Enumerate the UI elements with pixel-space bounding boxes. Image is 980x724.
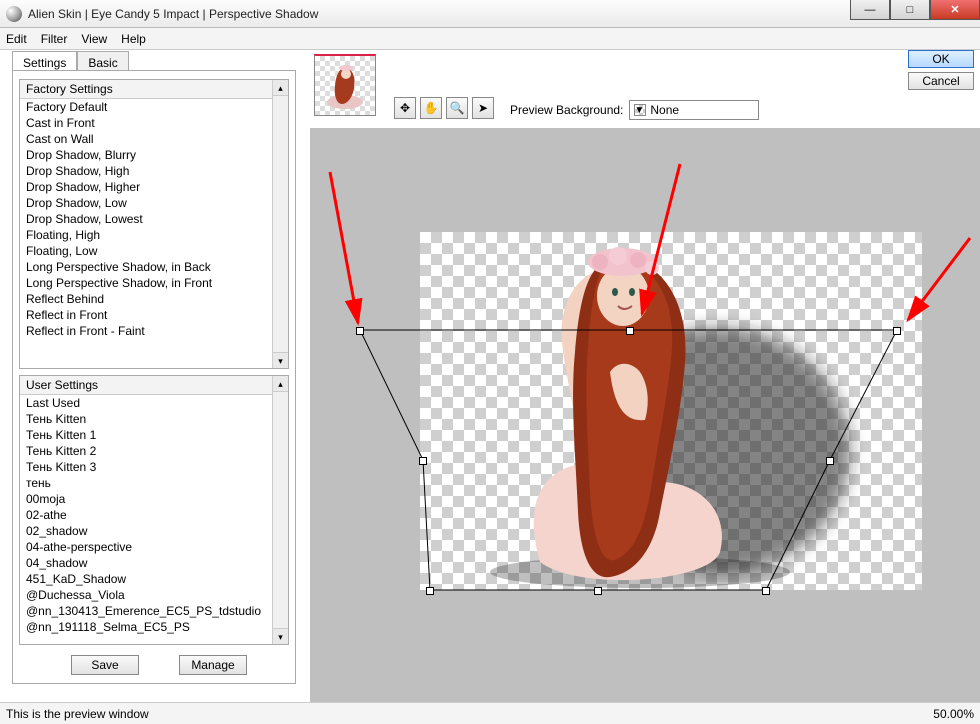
menu-help[interactable]: Help <box>121 32 146 46</box>
scroll-up-icon[interactable]: ▴ <box>273 376 288 392</box>
menubar: Edit Filter View Help <box>0 28 980 50</box>
preview-thumbnail[interactable] <box>314 54 376 116</box>
factory-settings-body[interactable]: Factory DefaultCast in FrontCast on Wall… <box>20 99 288 367</box>
scrollbar[interactable]: ▴ ▾ <box>272 376 288 644</box>
manage-button[interactable]: Manage <box>179 655 247 675</box>
magnifier-icon: 🔍 <box>450 101 465 115</box>
user-settings-item[interactable]: 451_KaD_Shadow <box>20 571 288 587</box>
perspective-handle-tc[interactable] <box>626 327 634 335</box>
hand-tool[interactable]: ✋ <box>420 97 442 119</box>
factory-settings-item[interactable]: Factory Default <box>20 99 288 115</box>
transparency-swatch-icon <box>634 104 646 116</box>
user-settings-item[interactable]: 02-athe <box>20 507 288 523</box>
dialog-buttons: OK Cancel <box>908 50 974 90</box>
hand-zoom-tool[interactable]: ✥ <box>394 97 416 119</box>
preview-toolbar: ✥ ✋ 🔍 ➤ <box>394 97 494 119</box>
status-message: This is the preview window <box>6 707 149 721</box>
user-settings-item[interactable]: 00moja <box>20 491 288 507</box>
perspective-handle-ml[interactable] <box>419 457 427 465</box>
window-controls: — □ ✕ <box>850 0 980 20</box>
menu-edit[interactable]: Edit <box>6 32 27 46</box>
ok-button[interactable]: OK <box>908 50 974 68</box>
factory-settings-item[interactable]: Reflect Behind <box>20 291 288 307</box>
cancel-button[interactable]: Cancel <box>908 72 974 90</box>
preview-bg-value: None <box>650 103 679 117</box>
factory-settings-item[interactable]: Cast in Front <box>20 115 288 131</box>
preview-bg-control: Preview Background: None ▼ <box>510 100 759 120</box>
pointer-tool[interactable]: ➤ <box>472 97 494 119</box>
factory-settings-item[interactable]: Reflect in Front - Faint <box>20 323 288 339</box>
factory-settings-item[interactable]: Long Perspective Shadow, in Front <box>20 275 288 291</box>
save-button[interactable]: Save <box>71 655 139 675</box>
hand-icon: ✋ <box>424 101 439 115</box>
hand-zoom-icon: ✥ <box>400 101 410 115</box>
user-settings-item[interactable]: 02_shadow <box>20 523 288 539</box>
user-settings-list: User Settings Last UsedТень KittenТень K… <box>19 375 289 645</box>
factory-settings-list: Factory Settings Factory DefaultCast in … <box>19 79 289 369</box>
preview-bg-label: Preview Background: <box>510 103 623 117</box>
factory-settings-item[interactable]: Cast on Wall <box>20 131 288 147</box>
factory-settings-item[interactable]: Drop Shadow, Lowest <box>20 211 288 227</box>
user-settings-item[interactable]: 04_shadow <box>20 555 288 571</box>
left-panel: Factory Settings Factory DefaultCast in … <box>12 70 296 684</box>
factory-settings-item[interactable]: Floating, Low <box>20 243 288 259</box>
perspective-handle-mr[interactable] <box>826 457 834 465</box>
user-settings-item[interactable]: @nn_130413_Emerence_EC5_PS_tdstudio <box>20 603 288 619</box>
status-zoom: 50.00% <box>933 707 974 721</box>
user-settings-item[interactable]: Last Used <box>20 395 288 411</box>
user-settings-item[interactable]: Тень Kitten 2 <box>20 443 288 459</box>
magnifier-tool[interactable]: 🔍 <box>446 97 468 119</box>
perspective-handle-tr[interactable] <box>893 327 901 335</box>
menu-filter[interactable]: Filter <box>41 32 68 46</box>
perspective-handle-br[interactable] <box>762 587 770 595</box>
scroll-down-icon[interactable]: ▾ <box>273 352 288 368</box>
factory-settings-item[interactable]: Drop Shadow, Blurry <box>20 147 288 163</box>
user-settings-item[interactable]: Тень Kitten 3 <box>20 459 288 475</box>
pointer-icon: ➤ <box>478 101 488 115</box>
factory-settings-header: Factory Settings <box>20 80 288 99</box>
preview-canvas[interactable] <box>420 232 922 590</box>
user-settings-item[interactable]: Тень Kitten 1 <box>20 427 288 443</box>
minimize-button[interactable]: — <box>850 0 890 20</box>
titlebar: Alien Skin | Eye Candy 5 Impact | Perspe… <box>0 0 980 28</box>
user-settings-body[interactable]: Last UsedТень KittenТень Kitten 1Тень Ki… <box>20 395 288 643</box>
factory-settings-item[interactable]: Long Perspective Shadow, in Back <box>20 259 288 275</box>
user-settings-header: User Settings <box>20 376 288 395</box>
factory-settings-item[interactable]: Drop Shadow, Low <box>20 195 288 211</box>
user-settings-item[interactable]: @nn_191118_Selma_EC5_PS <box>20 619 288 635</box>
preview-bg-dropdown[interactable]: None ▼ <box>629 100 759 120</box>
factory-settings-item[interactable]: Reflect in Front <box>20 307 288 323</box>
perspective-handle-bl[interactable] <box>426 587 434 595</box>
close-button[interactable]: ✕ <box>930 0 980 20</box>
user-settings-item[interactable]: @Duchessa_Viola <box>20 587 288 603</box>
perspective-handle-tl[interactable] <box>356 327 364 335</box>
factory-settings-item[interactable]: Drop Shadow, High <box>20 163 288 179</box>
factory-settings-item[interactable]: Drop Shadow, Higher <box>20 179 288 195</box>
user-settings-item[interactable]: тень <box>20 475 288 491</box>
scrollbar[interactable]: ▴ ▾ <box>272 80 288 368</box>
user-settings-item[interactable]: Тень Kitten <box>20 411 288 427</box>
app-logo-icon <box>6 6 22 22</box>
user-settings-item[interactable]: 04-athe-perspective <box>20 539 288 555</box>
thumbnail-figure-icon <box>322 62 368 110</box>
scroll-up-icon[interactable]: ▴ <box>273 80 288 96</box>
subject-figure <box>460 232 800 590</box>
factory-settings-item[interactable]: Floating, High <box>20 227 288 243</box>
statusbar: This is the preview window 50.00% <box>0 702 980 724</box>
perspective-handle-bc[interactable] <box>594 587 602 595</box>
maximize-button[interactable]: □ <box>890 0 930 20</box>
scroll-down-icon[interactable]: ▾ <box>273 628 288 644</box>
menu-view[interactable]: View <box>81 32 107 46</box>
window-title: Alien Skin | Eye Candy 5 Impact | Perspe… <box>28 7 318 21</box>
